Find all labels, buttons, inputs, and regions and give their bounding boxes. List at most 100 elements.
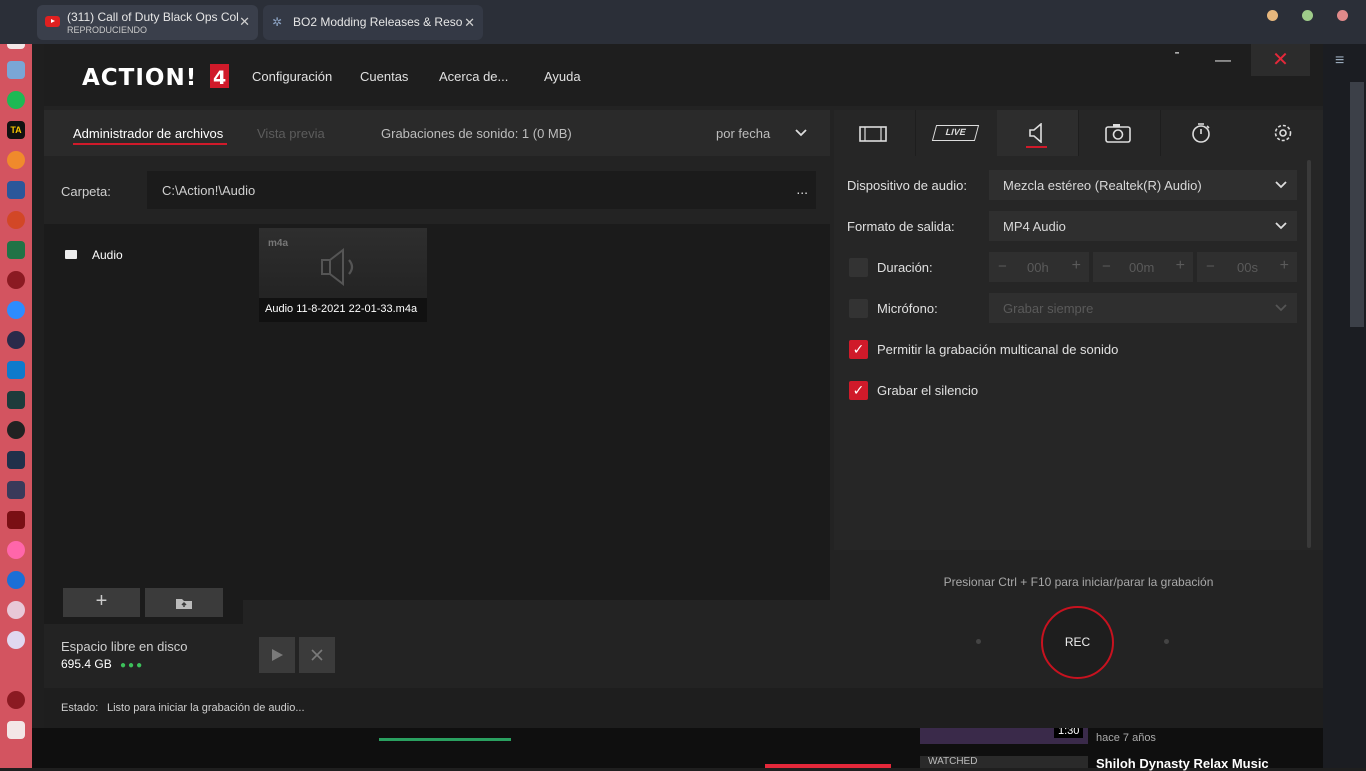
word-icon[interactable]	[7, 181, 25, 199]
app-icon[interactable]	[7, 61, 25, 79]
increment-icon[interactable]: +	[1176, 257, 1185, 275]
app-icon[interactable]	[7, 511, 25, 529]
youtube-background: 1:30 hace 7 años WATCHED Shiloh Dynasty …	[32, 724, 1323, 771]
microphone-select[interactable]: Grabar siempre	[989, 293, 1297, 323]
increment-icon[interactable]: +	[1072, 257, 1081, 275]
delete-button[interactable]	[299, 637, 335, 673]
decrement-icon[interactable]: −	[998, 258, 1007, 275]
device-label: Dispositivo de audio:	[847, 178, 967, 193]
tab-file-manager[interactable]: Administrador de archivos	[73, 126, 223, 141]
indicator-dot	[1164, 639, 1169, 644]
browse-button[interactable]: ...	[796, 181, 808, 197]
close-icon[interactable]: ✕	[239, 14, 250, 30]
close-icon[interactable]: ✕	[464, 15, 475, 31]
multichannel-checkbox[interactable]: ✓	[849, 340, 868, 359]
decrement-icon[interactable]: −	[1102, 258, 1111, 275]
powerpoint-icon[interactable]	[7, 211, 25, 229]
osu-icon[interactable]	[7, 541, 25, 559]
tab-preview[interactable]: Vista previa	[257, 126, 325, 141]
app-icon[interactable]	[7, 631, 25, 649]
app-icon[interactable]	[7, 391, 25, 409]
minimize-button[interactable]: —	[1210, 52, 1236, 84]
select-value: Mezcla estéreo (Realtek(R) Audio)	[1003, 178, 1202, 193]
sort-select[interactable]: por fecha	[716, 126, 770, 141]
menu-cuentas[interactable]: Cuentas	[360, 69, 408, 84]
sidebar-item-audio[interactable]: Audio	[44, 244, 243, 266]
select-value: Grabar siempre	[1003, 301, 1094, 316]
camera-icon	[1105, 124, 1131, 143]
increment-icon[interactable]: +	[1280, 257, 1289, 275]
microphone-label: Micrófono:	[877, 301, 938, 316]
duration-seconds[interactable]: − 00s +	[1197, 252, 1297, 282]
menu-ayuda[interactable]: Ayuda	[544, 69, 581, 84]
chevron-down-icon[interactable]	[795, 129, 807, 137]
video-title[interactable]: Shiloh Dynasty Relax Music	[1096, 756, 1269, 771]
tab-video[interactable]	[834, 110, 915, 156]
menu-acerca[interactable]: Acerca de...	[439, 69, 508, 84]
gear-icon: ✲	[272, 15, 283, 29]
watched-badge: WATCHED	[920, 756, 1088, 768]
browser-sidebar: ≡	[1323, 44, 1366, 768]
duration-minutes[interactable]: − 00m +	[1093, 252, 1193, 282]
hotkey-hint: Presionar Ctrl + F10 para iniciar/parar …	[943, 575, 1214, 589]
window-dot[interactable]	[1337, 10, 1348, 21]
menu-icon[interactable]: ≡	[1335, 52, 1344, 70]
action-icon[interactable]	[7, 691, 25, 709]
menu-configuracion[interactable]: Configuración	[252, 69, 332, 84]
excel-icon[interactable]	[7, 241, 25, 259]
tab-screenshot[interactable]	[1079, 110, 1160, 156]
tab-live[interactable]: LIVE	[916, 110, 997, 156]
duration-seconds-value: 00s	[1237, 260, 1258, 275]
duration-checkbox[interactable]	[849, 258, 868, 277]
file-name: Audio 11-8-2021 22-01-33.m4a	[259, 298, 427, 322]
tab-title: BO2 Modding Releases & Reso	[293, 15, 463, 29]
tab-underline	[1026, 146, 1047, 148]
file-type: m4a	[268, 238, 289, 249]
folder-path-field[interactable]: C:\Action!\Audio ...	[147, 171, 816, 209]
silence-checkbox[interactable]: ✓	[849, 381, 868, 400]
disk-label: Espacio libre en disco	[61, 639, 188, 654]
microphone-checkbox[interactable]	[849, 299, 868, 318]
scrollbar[interactable]	[1350, 82, 1364, 327]
file-card[interactable]: m4a Audio 11-8-2021 22-01-33.m4a	[259, 228, 427, 322]
app-icon[interactable]	[7, 601, 25, 619]
tab-audio[interactable]	[997, 110, 1078, 156]
duration-hours[interactable]: − 00h +	[989, 252, 1089, 282]
feedback-icon[interactable]	[7, 721, 25, 739]
svg-text:ACTION!: ACTION!	[82, 65, 197, 89]
action-icon[interactable]	[7, 271, 25, 289]
youtube-icon	[45, 16, 60, 27]
app-icon[interactable]	[7, 331, 25, 349]
browser-tab-bar: (311) Call of Duty Black Ops Col REPRODU…	[0, 0, 1366, 44]
film-icon	[859, 126, 887, 142]
close-button[interactable]: ✕	[1251, 44, 1310, 76]
tab-timer[interactable]	[1161, 110, 1242, 156]
tab-settings[interactable]	[1242, 110, 1323, 156]
rec-button[interactable]: REC	[1041, 606, 1114, 679]
svg-text:4: 4	[213, 67, 226, 89]
play-button[interactable]	[259, 637, 295, 673]
zoom-icon[interactable]	[7, 301, 25, 319]
open-folder-button[interactable]	[145, 588, 223, 617]
decrement-icon[interactable]: −	[1206, 258, 1215, 275]
settings-scrollbar[interactable]	[1307, 160, 1311, 548]
app-icon[interactable]	[7, 571, 25, 589]
firefox-icon[interactable]	[7, 151, 25, 169]
spotify-icon[interactable]	[7, 91, 25, 109]
minimize-small-button[interactable]: -	[1170, 44, 1184, 76]
app-icon[interactable]	[7, 481, 25, 499]
window-dot[interactable]	[1302, 10, 1313, 21]
add-folder-button[interactable]: +	[63, 588, 140, 617]
react-icon[interactable]	[7, 421, 25, 439]
app-header: Configuración Cuentas Acerca de... Ayuda	[44, 44, 1323, 106]
output-format-select[interactable]: MP4 Audio	[989, 211, 1297, 241]
ta-icon[interactable]: TA	[7, 121, 25, 139]
duration-minutes-value: 00m	[1129, 260, 1155, 275]
browser-tab[interactable]: ✲ BO2 Modding Releases & Reso ✕	[263, 5, 483, 40]
browser-tab[interactable]: (311) Call of Duty Black Ops Col REPRODU…	[37, 5, 258, 40]
vscode-icon[interactable]	[7, 361, 25, 379]
disk-value: 695.4 GB	[61, 657, 112, 671]
app-icon[interactable]	[7, 451, 25, 469]
window-dot[interactable]	[1267, 10, 1278, 21]
audio-device-select[interactable]: Mezcla estéreo (Realtek(R) Audio)	[989, 170, 1297, 200]
